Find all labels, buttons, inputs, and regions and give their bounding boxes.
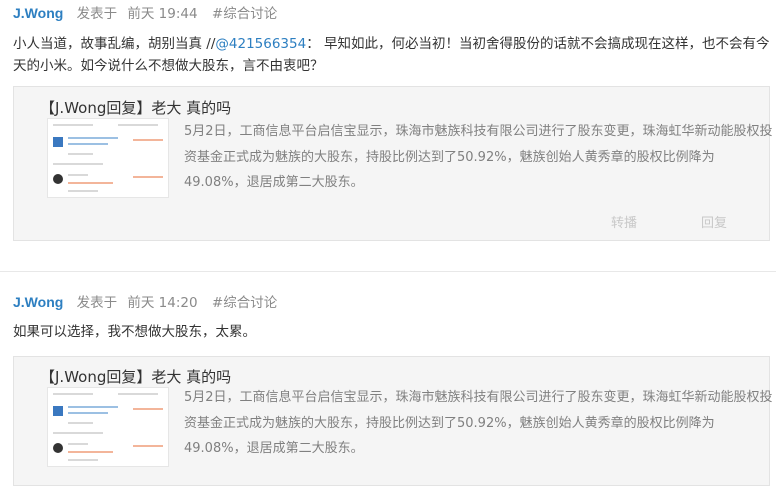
posted-label: 发表于 [76, 6, 118, 22]
post-meta: J.Wong 发表于 前天 14:20 #综合讨论 [13, 292, 277, 312]
repost-button[interactable]: 转播 [611, 212, 637, 231]
post-text-before: 小人当道，故事乱编，胡别当真 // [13, 36, 216, 52]
author-link[interactable]: J.Wong [13, 5, 63, 21]
post-2: J.Wong 发表于 前天 14:20 #综合讨论 如果可以选择，我不想做大股东… [0, 290, 776, 486]
post-content: 如果可以选择，我不想做大股东，太累。 [13, 324, 256, 340]
thumbnail-image[interactable] [47, 118, 169, 198]
post-divider [0, 271, 776, 272]
reply-button[interactable]: 回复 [701, 212, 727, 231]
quote-title[interactable]: 【J.Wong回复】老大 真的吗 [40, 97, 231, 118]
author-link[interactable]: J.Wong [13, 294, 63, 310]
post-time: 前天 19:44 [127, 6, 198, 22]
topic-tag[interactable]: #综合讨论 [212, 6, 277, 22]
post-time: 前天 14:20 [127, 295, 198, 311]
quoted-post[interactable]: 【J.Wong回复】老大 真的吗 5月2日，工商信息平台启信宝显示，珠海市魅族科… [13, 356, 773, 486]
post-content: 小人当道，故事乱编，胡别当真 //@421566354： 早知如此，何必当初！当… [13, 33, 773, 77]
quoted-post[interactable]: 【J.Wong回复】老大 真的吗 5月2日，工商信息平台启信宝显示，珠海市魅族科… [13, 86, 773, 241]
topic-tag[interactable]: #综合讨论 [212, 295, 277, 311]
quote-text: 5月2日，工商信息平台启信宝显示，珠海市魅族科技有限公司进行了股东变更，珠海虹华… [184, 124, 773, 190]
post-1: J.Wong 发表于 前天 19:44 #综合讨论 小人当道，故事乱编，胡别当真… [0, 0, 776, 262]
thumbnail-image[interactable] [47, 387, 169, 467]
quote-text: 5月2日，工商信息平台启信宝显示，珠海市魅族科技有限公司进行了股东变更，珠海虹华… [184, 390, 773, 456]
posted-label: 发表于 [76, 295, 118, 311]
mention-link[interactable]: @421566354 [215, 36, 306, 52]
post-meta: J.Wong 发表于 前天 19:44 #综合讨论 [13, 3, 277, 23]
quote-title[interactable]: 【J.Wong回复】老大 真的吗 [40, 366, 231, 387]
